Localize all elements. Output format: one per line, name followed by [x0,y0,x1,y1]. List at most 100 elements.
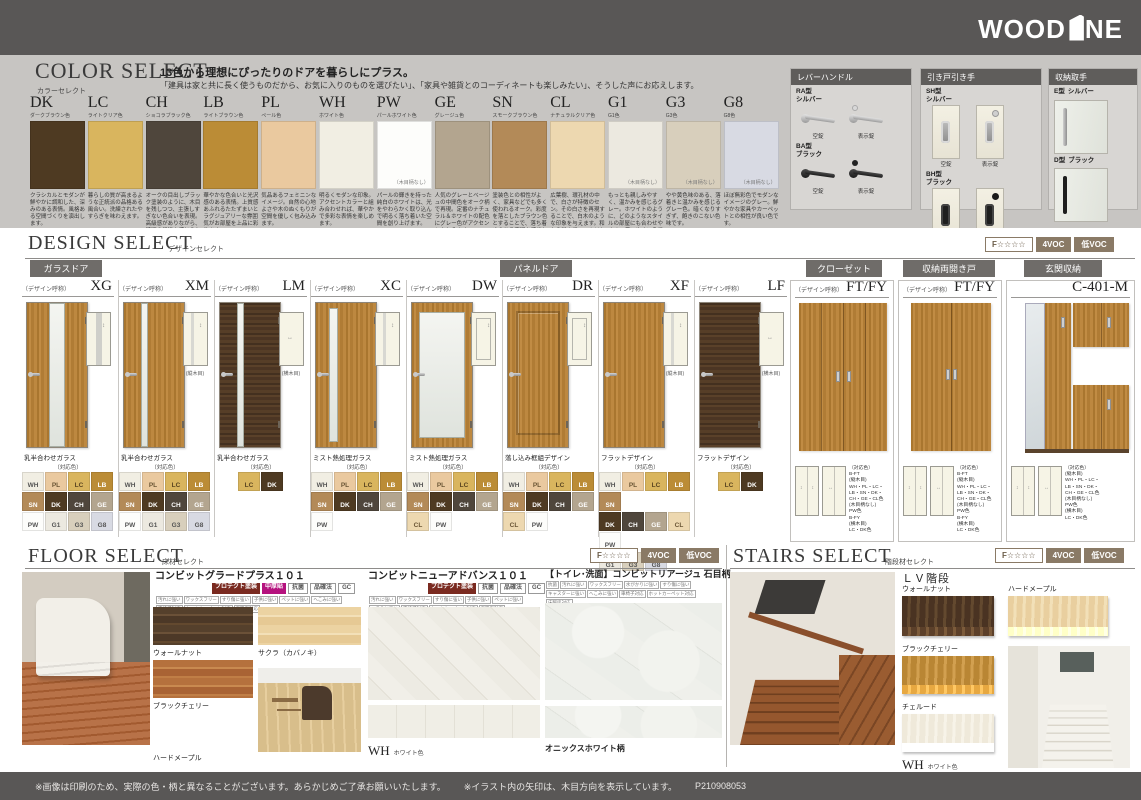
panel-divider [821,303,822,451]
design-call-label: （デザイン呼称） [311,284,359,293]
mini-color-code: CH [358,502,378,509]
mini-color-swatch: PW [22,512,44,531]
staircase-photo [730,572,895,745]
mini-color-swatch: DK [261,472,283,491]
feature-chip: ホットカーペット対応 [647,590,696,598]
mini-color-code: CL [504,522,524,529]
stair-tread-label: ブラックチェリー [902,644,958,654]
thumbturn-icon [852,160,858,166]
lever-handle-icon [796,160,840,186]
grain-arrow-icon: ↕ [800,485,803,491]
door-caption: フラットデザイン [601,452,653,462]
mini-color-code: DK [527,502,547,509]
color-name: ダークブラウン色 [30,112,85,119]
mini-color-swatch: PW [119,512,141,531]
feature-chip: すり傷に強い [220,596,251,604]
stairs-select-subtitle: 階段材セレクト [885,557,934,567]
hardware-panel-title: レバーハンドル [791,69,911,85]
cabinet-handle-icon [946,369,950,380]
grain-arrow-icon: ↕ [199,323,202,329]
feature-chip: ワックスフリー [397,596,432,604]
color-name: ライトクリア色 [88,112,143,119]
mini-color-swatch: DK [334,492,356,511]
door-caption: ミスト熱処理ガラス [409,452,467,462]
lever-handle-icon [796,105,840,131]
mini-color-code: LB [92,482,112,489]
mini-color-swatch: PL [142,472,164,491]
color-swatch [319,121,374,189]
photo-handrail [748,612,864,655]
mini-color-swatch: SN [599,492,621,511]
mini-color-swatch: DK [741,472,763,491]
room-table [272,698,298,702]
grain-thumbnail: ↕ [375,312,400,366]
mini-color-code: SN [23,502,43,509]
mini-color-code: CH [69,502,89,509]
cabinet-label-row: （デザイン呼称）FT/FY [795,281,889,298]
door-image [123,302,185,448]
grain-arrow-icon: ↔ [936,485,941,491]
room-photo [258,668,361,752]
photo-floor-grain [22,662,150,745]
cabinet-image [911,303,991,451]
floor-product-name-1: コンビットグラードプラス１０１ [155,567,305,582]
color-item-DK: DKダークブラウン色クラシカルとモダンが鮮やかに調和した、深みのある表情。風格あ… [30,95,85,228]
hinge-icon [758,421,760,428]
floor-onyx-photo [545,603,722,700]
hardware-item-name: E型シルバー [1054,88,1133,96]
mini-color-code: DK [431,502,451,509]
floor-badge: GC [528,583,545,594]
glass-strip [237,303,244,447]
thumb-strip [191,313,194,365]
cabinet-support-block: ↕↕↔（対応色） B-FT (縦木目) WH・PL・LC・ LB・SN・DK・ … [903,466,999,534]
supported-colors-text: （対応色） (縦木目) WH・PL・LC・ LB・SN・DK・ CH・GE・CL… [1065,466,1099,522]
mini-color-swatch: CH [357,492,379,511]
mini-color-code: CH [454,502,474,509]
hinge-icon [278,421,280,428]
color-swatch [550,121,605,189]
color-code: LC [88,95,143,111]
color-description: パールの輝きを持った純白のホワイトは、光をやわらかく取り込んで明るく落ち着いた空… [377,193,432,228]
grain-thumbnail: ↕ [663,312,688,366]
photo-landing [839,655,895,745]
mini-color-swatch: G8 [188,512,210,531]
mini-color-code: SN [504,502,524,509]
color-code: CL [550,95,605,111]
door-code: LF [767,278,785,295]
door-label-row: （デザイン呼称）LF [695,280,787,297]
base-strip [1025,449,1129,453]
mini-color-code: G1 [46,522,66,529]
door-column-XG: （デザイン呼称）XG↕乳半合わせガラス（対応色）WHPLLCLBSNDKCHGE… [22,280,114,537]
photo-window [1060,652,1094,672]
cabinet-handle-icon [836,371,840,382]
color-swatch [146,121,201,189]
category-tag-1: ガラスドア [30,260,102,277]
hardware-item: RA型シルバー空錠表示錠 [791,85,911,140]
pull-slot [941,121,950,143]
feature-chip: ワックスフリー [588,581,623,589]
feature-chip: ペットに強い [492,596,523,604]
cert-badge: 4VOC [1046,548,1082,563]
grain-thumbnail: ↕↕ [1011,466,1035,516]
panel-divider [951,303,952,451]
hardware-item: BA型ブラック空錠表示錠 [791,140,911,195]
cabinet-code: FT/FY [954,279,995,296]
thumb-divider [915,467,916,515]
stair-tread-label: チェルード [902,702,937,712]
door-code: DR [572,278,593,295]
mini-color-code: G3 [69,522,89,529]
door-column-XM: （デザイン呼称）XM↕(縦木目)乳半合わせガラス（対応色）WHPLLCLBSND… [118,280,211,537]
color-name: ホワイト色 [319,112,374,119]
variant-label: 空錠 [796,132,840,140]
mini-color-code: G3 [166,522,186,529]
design-call-label: （デザイン呼称） [407,284,455,293]
mini-color-swatch: LC [718,472,740,491]
door-color-grid: WHPLLCLBSNDKCHGECLPW [503,472,595,532]
hardware-item: D型ブラック [1049,154,1137,223]
door-image [507,302,569,448]
grain-arrow-icon: ↔ [828,485,833,491]
cabinet-handle-icon [953,369,957,380]
floor-cert-badges: F☆☆☆☆4VOC低VOC [590,548,719,563]
color-select-tagline: 13色から理想にぴったりのドアを暮らしにプラス。 [160,64,414,80]
color-description: やや黄色味のある、落着きと温かみを感じるグレー色。暗くなりすぎず、飽きのこない色… [666,193,721,228]
